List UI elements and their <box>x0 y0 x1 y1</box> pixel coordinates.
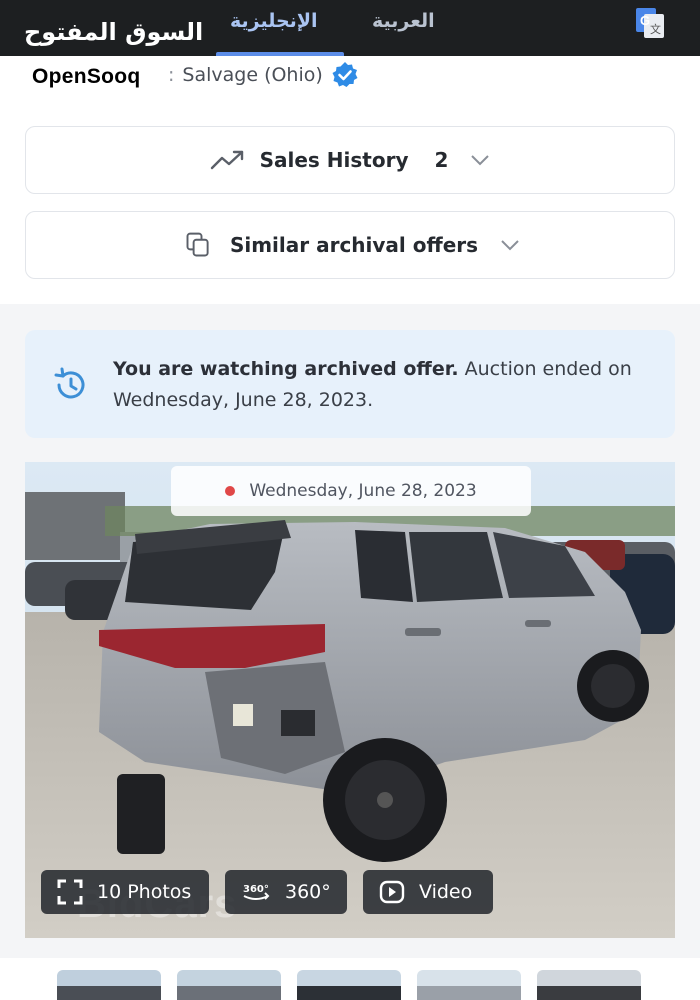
logo-arabic-text: السوق المفتوح <box>24 18 204 46</box>
seller-row: : Salvage (Ohio) <box>168 60 359 90</box>
auction-date-text: Wednesday, June 28, 2023 <box>249 481 477 501</box>
view-360-icon: 360° <box>243 884 270 900</box>
logo-badge: OpenSooq <box>24 60 170 98</box>
chevron-down-icon <box>471 155 490 166</box>
thumbnail-strip <box>0 958 700 1000</box>
verified-badge-icon <box>332 62 358 87</box>
view-360-button[interactable]: 360° 360° <box>225 870 347 914</box>
thumbnail-1[interactable] <box>57 970 161 1000</box>
thumbnail-3[interactable] <box>297 970 401 1000</box>
video-label: Video <box>419 881 473 903</box>
seller-name[interactable]: Salvage (Ohio) <box>182 64 322 86</box>
history-icon <box>54 367 85 399</box>
view-360-label: 360° <box>285 881 331 903</box>
svg-text:G: G <box>640 13 650 28</box>
thumbnail-5[interactable] <box>537 970 641 1000</box>
opensooq-logo[interactable]: السوق المفتوح OpenSooq <box>20 18 203 98</box>
play-icon <box>379 880 405 904</box>
archived-offer-notice: You are watching archived offer. Auction… <box>25 330 675 438</box>
copy-icon <box>186 232 209 257</box>
similar-offers-label: Similar archival offers <box>229 233 479 257</box>
photos-button[interactable]: 10 Photos <box>41 870 209 914</box>
video-button[interactable]: Video <box>363 870 493 914</box>
tab-english[interactable]: الإنجليزية <box>230 10 317 32</box>
tab-arabic[interactable]: العربية <box>372 10 435 32</box>
auction-date-chip: Wednesday, June 28, 2023 <box>171 466 531 516</box>
notice-text: You are watching archived offer. Auction… <box>113 354 633 416</box>
svg-text:文: 文 <box>650 22 661 36</box>
fullscreen-icon <box>57 879 83 905</box>
similar-offers-accordion[interactable]: Similar archival offers <box>25 211 675 279</box>
chevron-down-icon <box>501 240 519 251</box>
sales-history-count: 2 <box>434 148 449 172</box>
trend-line-icon <box>210 150 243 170</box>
photos-count-label: 10 Photos <box>97 881 192 903</box>
logo-english-text: OpenSooq <box>32 65 141 88</box>
sales-history-accordion[interactable]: Sales History 2 <box>25 126 675 194</box>
main-car-photo[interactable]: Wednesday, June 28, 2023 BidCars 10 Phot… <box>25 462 675 938</box>
sales-history-label: Sales History <box>259 148 409 172</box>
thumbnail-2[interactable] <box>177 970 281 1000</box>
red-dot-icon <box>225 486 236 496</box>
notice-bold-text: You are watching archived offer. <box>113 358 459 380</box>
thumbnail-4[interactable] <box>417 970 521 1000</box>
google-translate-icon[interactable]: G 文 <box>636 8 664 38</box>
car-photo-image <box>25 462 675 938</box>
